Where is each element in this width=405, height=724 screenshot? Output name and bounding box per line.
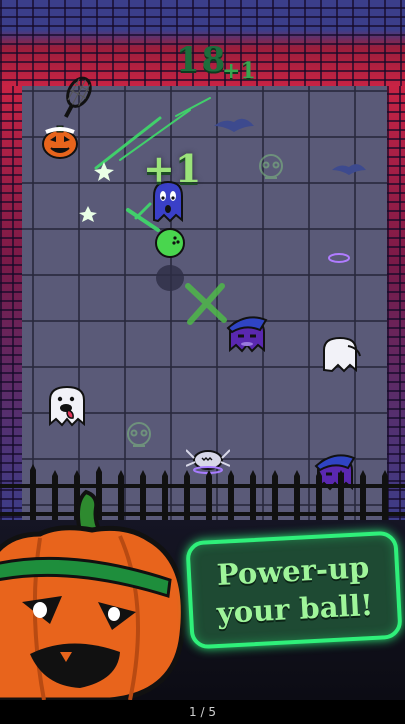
promo-line-1: Power-up — [215, 550, 371, 592]
target-x-icon — [185, 283, 227, 325]
page-indicator: 1 / 5 — [0, 700, 405, 724]
skull-decal-icon — [259, 154, 283, 179]
game-stage[interactable]: 18 +1 +1 Power-up your ball! — [0, 0, 405, 700]
green-ball-icon — [155, 228, 185, 258]
promo-line-2: your ball! — [215, 587, 375, 631]
portal-icon — [328, 253, 350, 263]
skull-decal-icon — [127, 422, 151, 447]
pumpkin-player-icon — [42, 76, 92, 159]
white-ghost-tongue-enemy-icon — [49, 385, 85, 427]
score-counter: 18 — [176, 40, 228, 80]
witch-ghost-enemy-icon — [226, 316, 268, 353]
bat-icon — [214, 118, 366, 175]
pumpkin-mascot-icon — [0, 489, 186, 700]
hit-bonus-text: +1 — [143, 146, 202, 191]
promo-banner: Power-up your ball! — [185, 530, 403, 650]
score-bonus: +1 — [222, 58, 256, 84]
white-ghost-enemy-icon — [323, 336, 361, 373]
sparkle-icon — [79, 162, 114, 222]
